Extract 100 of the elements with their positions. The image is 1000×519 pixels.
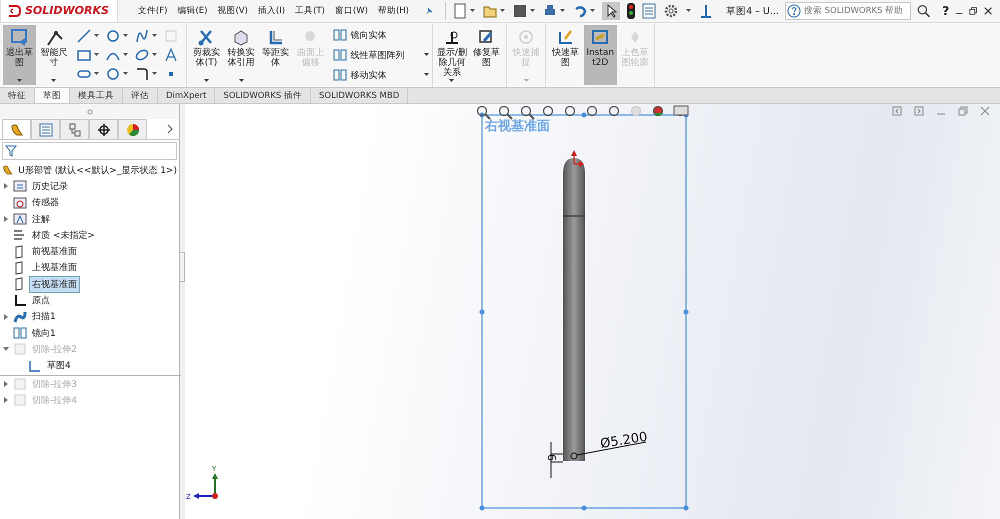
caret-icon[interactable] [686,9,692,13]
property-manager-tab[interactable] [31,119,60,139]
circle-icon[interactable] [105,28,122,44]
collapse-arrow-icon[interactable] [3,346,9,352]
tree-item[interactable]: 历史记录 [30,178,70,194]
expand-arrow-icon[interactable] [3,314,9,320]
ribbon-button[interactable]: 移动实体 [332,68,429,82]
menu-item[interactable]: 文件(F) [138,5,168,17]
dimxpert-tab[interactable] [89,119,118,139]
tool-icon [332,48,347,62]
new-file-icon[interactable] [452,3,468,19]
caret-icon[interactable] [152,53,158,57]
ribbon-button[interactable]: 智能尺寸 [38,25,70,85]
expand-arrow-icon[interactable] [3,216,9,222]
pipe-model[interactable] [562,158,586,461]
ribbon-button[interactable]: 线性草图阵列 [332,48,429,62]
feature-manager-tab[interactable] [2,119,31,139]
tree-root[interactable]: U形部管 (默认<<默认>_显示状态 1>) [16,162,179,178]
command-tab[interactable]: 草图 [35,88,70,103]
caret-icon[interactable] [470,9,476,13]
restore-icon[interactable] [969,6,978,16]
tree-item[interactable]: 扫描1 [30,309,58,324]
caret-icon[interactable] [530,9,536,13]
tree-item[interactable]: 注解 [30,212,52,227]
save-icon[interactable] [512,3,528,19]
panel-handle[interactable] [180,252,185,282]
tree-item[interactable]: 上视基准面 [30,260,79,276]
logo-icon [7,4,23,18]
tree-item[interactable]: 镜向1 [30,326,58,341]
spline-icon[interactable] [134,28,150,44]
zoom-area-icon[interactable] [497,104,513,120]
ribbon-button[interactable]: 转换实体引用 [224,25,258,85]
ribbon-button[interactable]: 镜向实体 [332,28,429,42]
polygon-icon[interactable] [105,66,122,82]
menu-item[interactable]: 编辑(E) [177,5,208,17]
caret-icon[interactable] [152,72,158,76]
material-icon [13,228,27,242]
tree-item[interactable]: 材质 <未指定> [30,228,97,243]
line-icon[interactable] [76,28,92,44]
tile-left-icon[interactable] [892,106,902,116]
tree-item[interactable]: 右视基准面 [30,276,79,292]
filter-icon [5,145,17,157]
caret-icon[interactable] [590,9,596,13]
select-pointer-icon[interactable] [602,2,620,20]
text-icon[interactable] [163,47,180,63]
tree-item[interactable]: 原点 [30,293,52,308]
origin-arrow-icon [571,150,584,167]
tree-item[interactable]: 传感器 [30,195,61,210]
caret-icon[interactable] [94,72,100,76]
help-button[interactable]: ? [942,4,950,18]
cut-extrude-icon [13,377,27,391]
grip-icon[interactable] [86,108,92,114]
menu-item[interactable]: 帮助(H) [378,5,409,17]
caret-icon[interactable] [94,34,100,38]
chevron-right-icon[interactable] [167,124,173,134]
tile-right-icon[interactable] [914,106,924,116]
menu-item[interactable]: 视图(V) [217,5,248,17]
close-icon[interactable] [984,6,992,16]
ribbon-button[interactable]: Instant2D [584,25,617,85]
ribbon-button[interactable]: 退出草图 [3,25,36,85]
display-tab[interactable] [118,119,147,139]
filter-field[interactable] [2,142,177,160]
caret-icon[interactable] [500,9,506,13]
expand-arrow-icon[interactable] [3,397,9,404]
tree-item[interactable]: 前视基准面 [30,244,79,260]
traffic-light-icon[interactable] [627,3,636,19]
origin-icon [13,294,27,308]
caret-icon[interactable] [123,72,128,76]
search-icon[interactable] [916,3,930,19]
menu-item[interactable]: 窗口(W) [334,5,368,17]
part-icon [2,163,14,178]
tree-item[interactable]: 草图4 [45,358,73,374]
ribbon-button[interactable]: 快速草图 [549,25,582,85]
annotation-icon [13,212,27,226]
search-field[interactable]: 搜索 SOLIDWORKS 帮助 [784,2,911,20]
plane-boundary[interactable] [480,112,688,510]
ribbon-button[interactable]: 修复草图 [470,25,503,85]
caret-icon[interactable] [123,34,128,38]
expand-arrow-icon[interactable] [3,381,9,387]
settings-icon[interactable] [663,3,680,19]
diameter-dimension[interactable]: Ø5.200 [599,430,648,452]
ellipse-icon[interactable] [134,47,150,63]
ribbon-button[interactable]: 显示/删除几何关系 [436,25,468,85]
configuration-tab[interactable] [60,119,89,139]
expand-arrow-icon[interactable] [3,183,9,190]
caret-icon[interactable] [123,53,128,57]
zoom-fit-icon[interactable] [475,104,491,120]
fillet-icon[interactable] [134,66,150,82]
configuration-icon [68,122,82,136]
caret-icon[interactable] [152,34,158,38]
cut-extrude-icon [13,393,27,408]
menu-item[interactable]: 工具(T) [295,5,325,17]
logo[interactable]: SOLIDWORKS [0,0,118,22]
caret-icon[interactable] [560,9,566,13]
pin-icon[interactable] [424,6,434,16]
list-icon[interactable] [642,3,656,19]
ribbon-button[interactable]: 等距实体 [259,25,292,85]
caret-icon[interactable] [94,53,100,57]
ribbon-button[interactable]: 剪裁实体(T) [190,25,223,85]
menu-item[interactable]: 插入(I) [258,5,286,17]
